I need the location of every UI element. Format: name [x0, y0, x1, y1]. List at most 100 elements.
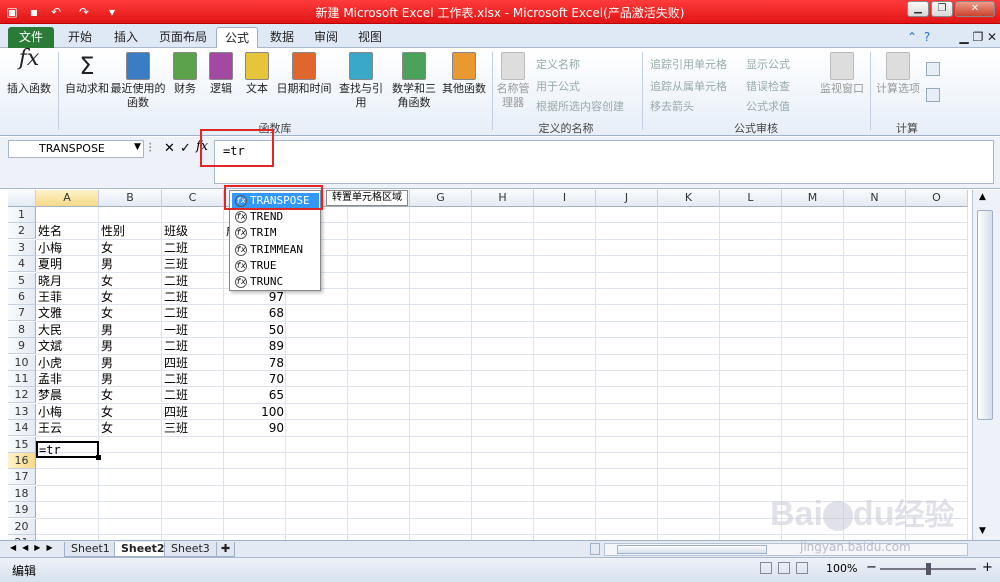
cell[interactable]: 文斌	[36, 338, 99, 354]
cell[interactable]: 文雅	[36, 305, 99, 321]
sheet-tab[interactable]: Sheet1	[64, 542, 117, 557]
name-box[interactable]: TRANSPOSE	[8, 140, 144, 158]
cell[interactable]: 三班	[162, 256, 224, 272]
create-from-selection-button[interactable]: 根据所选内容创建	[536, 98, 624, 114]
lookup-reference-button[interactable]: 查找与引用	[334, 52, 388, 110]
scroll-thumb[interactable]	[977, 210, 993, 420]
cell[interactable]: 78	[224, 355, 286, 371]
tab-insert[interactable]: 插入	[106, 27, 146, 48]
cell[interactable]: 二班	[162, 371, 224, 387]
error-check-button[interactable]: 错误检查	[746, 78, 790, 94]
row-header[interactable]: 9	[8, 338, 36, 355]
autocomplete-item[interactable]: fx TRUNC	[232, 274, 319, 290]
cell[interactable]: 男	[99, 256, 162, 272]
cell[interactable]: 晓月	[36, 273, 99, 289]
row-header[interactable]: 5	[8, 272, 36, 289]
formula-bar-resize-icon[interactable]: ⁝	[148, 140, 160, 158]
tab-formulas[interactable]: 公式	[216, 27, 258, 48]
cell[interactable]: 二班	[162, 305, 224, 321]
name-box-dropdown-icon[interactable]: ▼	[134, 142, 141, 152]
row-header[interactable]: 10	[8, 354, 36, 371]
row-header[interactable]: 8	[8, 321, 36, 338]
scroll-up-icon[interactable]: ▲	[979, 192, 986, 202]
cell[interactable]: 性别	[99, 223, 162, 239]
row-header[interactable]: 19	[8, 502, 36, 519]
cell[interactable]: 大民	[36, 322, 99, 338]
cell[interactable]: 50	[224, 322, 286, 338]
zoom-level[interactable]: 100%	[826, 562, 857, 575]
cell[interactable]: 四班	[162, 355, 224, 371]
cell[interactable]: 二班	[162, 273, 224, 289]
calc-now-icon[interactable]	[926, 62, 940, 76]
cell[interactable]: 孟非	[36, 371, 99, 387]
autocomplete-item[interactable]: fx TRUE	[232, 258, 319, 274]
tab-split-handle[interactable]	[590, 543, 600, 555]
autocomplete-item[interactable]: fx TRIM	[232, 225, 319, 241]
cell[interactable]: 68	[224, 305, 286, 321]
zoom-out-icon[interactable]: −	[866, 560, 877, 575]
row-header[interactable]: 17	[8, 469, 36, 486]
autocomplete-item[interactable]: fx TRIMMEAN	[232, 242, 319, 258]
help-icon[interactable]: ?	[920, 27, 934, 48]
cell[interactable]: 二班	[162, 338, 224, 354]
remove-arrows-button[interactable]: 移去箭头	[650, 98, 694, 114]
trace-precedents-button[interactable]: 追踪引用单元格	[650, 56, 727, 72]
cell[interactable]: 二班	[162, 289, 224, 305]
column-header[interactable]: K	[658, 190, 720, 207]
row-header[interactable]: 15	[8, 436, 36, 453]
column-header[interactable]: G	[410, 190, 472, 207]
text-button[interactable]: 文本	[242, 52, 272, 96]
row-header[interactable]: 18	[8, 485, 36, 502]
row-header[interactable]: 20	[8, 518, 36, 535]
cell[interactable]: 一班	[162, 322, 224, 338]
cell[interactable]: 班级	[162, 223, 224, 239]
column-header[interactable]: C	[162, 190, 224, 207]
calc-options-button[interactable]: 计算选项	[874, 52, 922, 96]
calc-sheet-icon[interactable]	[926, 88, 940, 102]
financial-button[interactable]: 财务	[170, 52, 200, 96]
cell[interactable]: 王菲	[36, 289, 99, 305]
restore-button[interactable]: ❐	[931, 1, 953, 17]
column-header[interactable]: J	[596, 190, 658, 207]
cell[interactable]: 90	[224, 420, 286, 436]
cell[interactable]: 97	[224, 289, 286, 305]
column-header[interactable]: H	[472, 190, 534, 207]
tab-page-layout[interactable]: 页面布局	[152, 27, 214, 48]
row-header[interactable]: 3	[8, 239, 36, 256]
name-manager-button[interactable]: 名称管理器	[496, 52, 530, 110]
cell[interactable]: 二班	[162, 240, 224, 256]
column-header[interactable]: I	[534, 190, 596, 207]
cancel-icon[interactable]: ✕	[164, 141, 175, 156]
column-header[interactable]: M	[782, 190, 844, 207]
logical-button[interactable]: 逻辑	[206, 52, 236, 96]
tab-data[interactable]: 数据	[262, 27, 302, 48]
row-header[interactable]: 7	[8, 305, 36, 322]
cell[interactable]: 89	[224, 338, 286, 354]
cell[interactable]: 女	[99, 387, 162, 403]
row-header[interactable]: 4	[8, 256, 36, 273]
page-break-view-icon[interactable]	[796, 562, 808, 574]
sheet-tab-active[interactable]: Sheet2	[114, 542, 172, 557]
date-time-button[interactable]: 日期和时间	[276, 52, 332, 96]
row-header[interactable]: 13	[8, 403, 36, 420]
cell[interactable]: 夏明	[36, 256, 99, 272]
insert-sheet-icon[interactable]: ✚	[216, 542, 236, 557]
cell[interactable]: 王云	[36, 420, 99, 436]
workbook-close-icon[interactable]: ✕	[986, 27, 998, 48]
close-button[interactable]: ✕	[955, 1, 995, 17]
workbook-minimize-icon[interactable]: ▁	[958, 27, 970, 48]
minimize-button[interactable]: ▁	[907, 1, 929, 17]
cell[interactable]: 65	[224, 387, 286, 403]
show-formulas-button[interactable]: 显示公式	[746, 56, 790, 72]
cell[interactable]: 女	[99, 289, 162, 305]
sheet-tab[interactable]: Sheet3	[164, 542, 217, 557]
cell[interactable]: 四班	[162, 404, 224, 420]
column-header[interactable]: O	[906, 190, 968, 207]
cell[interactable]: 小梅	[36, 240, 99, 256]
scroll-down-icon[interactable]: ▼	[979, 526, 986, 536]
zoom-in-icon[interactable]: +	[982, 560, 993, 575]
cell[interactable]: 男	[99, 371, 162, 387]
define-name-button[interactable]: 定义名称	[536, 56, 580, 72]
cell[interactable]: 二班	[162, 387, 224, 403]
normal-view-icon[interactable]	[760, 562, 772, 574]
